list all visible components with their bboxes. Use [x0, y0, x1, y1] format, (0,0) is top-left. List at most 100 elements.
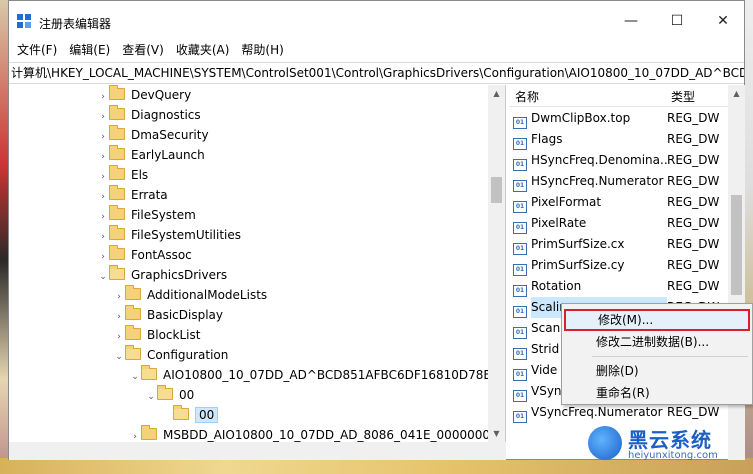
reg-dword-icon: 01 [513, 327, 527, 339]
list-item[interactable]: 01 PrimSurfSize.cy REG_DW [513, 255, 727, 276]
tree-item-additionalmodelists[interactable]: › AdditionalModeLists [113, 285, 267, 305]
chevron-right-icon[interactable]: › [97, 87, 109, 107]
tree-item-graphicsdrivers[interactable]: ⌄ GraphicsDrivers [97, 265, 227, 285]
menu-favorites[interactable]: 收藏夹(A) [170, 41, 236, 61]
chevron-right-icon[interactable]: › [97, 107, 109, 127]
list-item[interactable]: 01 DwmClipBox.top REG_DW [513, 108, 727, 129]
reg-dword-icon: 01 [513, 159, 527, 171]
folder-icon [109, 185, 125, 200]
chevron-right-icon[interactable]: › [97, 207, 109, 227]
tree-item-errata[interactable]: › Errata [97, 185, 168, 205]
tree-item-filesystemutilities[interactable]: › FileSystemUtilities [97, 225, 241, 245]
tree-item-earlylaunch[interactable]: › EarlyLaunch [97, 145, 205, 165]
watermark-url: heiyunxitong.com [628, 450, 718, 461]
reg-dword-icon: 01 [513, 243, 527, 255]
menu-item-modify[interactable]: 修改(M)... [564, 309, 750, 331]
menu-item-modify-binary[interactable]: 修改二进制数据(B)... [564, 331, 750, 353]
address-bar[interactable]: 计算机\HKEY_LOCAL_MACHINE\SYSTEM\ControlSet… [9, 62, 744, 84]
reg-dword-icon: 01 [513, 348, 527, 360]
list-item[interactable]: 01 Rotation REG_DW [513, 276, 727, 297]
tree-item-filesystem[interactable]: › FileSystem [97, 205, 196, 225]
folder-open-icon [157, 385, 173, 400]
folder-icon [125, 305, 141, 320]
watermark-title: 黑云系统 [628, 428, 712, 452]
tree-item-blocklist[interactable]: › BlockList [113, 325, 200, 345]
chevron-right-icon[interactable]: › [97, 127, 109, 147]
chevron-down-icon[interactable]: ⌄ [145, 387, 157, 407]
minimize-icon: — [624, 13, 638, 29]
folder-icon [109, 125, 125, 140]
list-item[interactable]: 01 VSyncFreq.Numerator REG_DW [513, 402, 727, 423]
tree-horizontal-scrollbar[interactable] [9, 442, 506, 460]
folder-icon [109, 205, 125, 220]
menu-item-rename[interactable]: 重命名(R) [564, 382, 750, 404]
chevron-right-icon[interactable]: › [97, 227, 109, 247]
reg-dword-icon: 01 [513, 180, 527, 192]
folder-icon [109, 105, 125, 120]
watermark: 黑云系统 heiyunxitong.com [588, 424, 738, 468]
folder-icon [109, 145, 125, 160]
folder-open-icon [173, 405, 189, 420]
window-title: 注册表编辑器 [39, 17, 112, 31]
tree-item-fontassoc[interactable]: › FontAssoc [97, 245, 192, 265]
list-item[interactable]: 01 HSyncFreq.Numerator REG_DW [513, 171, 727, 192]
chevron-down-icon[interactable]: ⌄ [129, 367, 141, 387]
registry-editor-icon [17, 14, 31, 28]
tree-item-devquery[interactable]: › DevQuery [97, 85, 191, 105]
tree-item-configuration[interactable]: ⌄ Configuration [113, 345, 228, 365]
tree-item-dmasecurity[interactable]: › DmaSecurity [97, 125, 209, 145]
menu-edit[interactable]: 编辑(E) [63, 41, 116, 61]
scroll-down-icon[interactable]: ▼ [488, 425, 505, 442]
reg-dword-icon: 01 [513, 222, 527, 234]
folder-icon [125, 285, 141, 300]
reg-dword-icon: 01 [513, 306, 527, 318]
reg-dword-icon: 01 [513, 264, 527, 276]
folder-icon [109, 165, 125, 180]
list-item[interactable]: 01 Flags REG_DW [513, 129, 727, 150]
scrollbar-thumb[interactable] [731, 195, 742, 295]
title-bar[interactable]: 注册表编辑器 — ☐ ✕ [9, 1, 744, 41]
scroll-up-icon[interactable]: ▲ [488, 85, 505, 102]
maximize-icon: ☐ [670, 13, 684, 29]
menu-item-delete[interactable]: 删除(D) [564, 360, 750, 382]
tree-item-els[interactable]: › Els [97, 165, 148, 185]
minimize-button[interactable]: — [608, 1, 654, 41]
tree-item-basicdisplay[interactable]: › BasicDisplay [113, 305, 223, 325]
close-button[interactable]: ✕ [700, 1, 746, 41]
menu-file[interactable]: 文件(F) [9, 41, 63, 61]
list-item[interactable]: 01 PrimSurfSize.cx REG_DW [513, 234, 727, 255]
folder-icon [141, 425, 157, 440]
scrollbar-thumb[interactable] [491, 177, 502, 203]
folder-icon [109, 245, 125, 260]
chevron-right-icon[interactable]: › [113, 327, 125, 347]
folder-icon [109, 225, 125, 240]
column-type-header[interactable]: 类型 [671, 88, 695, 105]
list-item[interactable]: 01 PixelFormat REG_DW [513, 192, 727, 213]
chevron-right-icon[interactable]: › [97, 167, 109, 187]
folder-open-icon [141, 365, 157, 380]
chevron-right-icon[interactable]: › [97, 147, 109, 167]
tree-item-aio10800[interactable]: ⌄ AIO10800_10_07DD_AD^BCD851AFBC6DF16810D… [129, 365, 505, 387]
chevron-down-icon[interactable]: ⌄ [113, 347, 125, 367]
maximize-button[interactable]: ☐ [654, 1, 700, 41]
reg-dword-icon: 01 [513, 411, 527, 423]
tree-vertical-scrollbar[interactable]: ▲ ▼ [488, 85, 505, 442]
chevron-right-icon[interactable]: › [97, 247, 109, 267]
chevron-right-icon[interactable]: › [97, 187, 109, 207]
list-item[interactable]: 01 PixelRate REG_DW [513, 213, 727, 234]
reg-dword-icon: 01 [513, 369, 527, 381]
list-header: 名称 类型 [509, 85, 745, 107]
menu-separator [592, 356, 748, 357]
scroll-up-icon[interactable]: ▲ [728, 85, 745, 102]
list-item[interactable]: 01 HSyncFreq.Denomina...REG_DW [513, 150, 727, 171]
folder-icon [125, 325, 141, 340]
tree-item-00-selected[interactable]: 00 [161, 405, 219, 425]
menu-view[interactable]: 查看(V) [116, 41, 170, 61]
column-name-header[interactable]: 名称 [515, 88, 539, 105]
chevron-right-icon[interactable]: › [113, 287, 125, 307]
tree-item-diagnostics[interactable]: › Diagnostics [97, 105, 201, 125]
chevron-right-icon[interactable]: › [113, 307, 125, 327]
menu-help[interactable]: 帮助(H) [235, 41, 289, 61]
chevron-down-icon[interactable]: ⌄ [97, 267, 109, 287]
tree-item-00[interactable]: ⌄ 00 [145, 385, 194, 405]
